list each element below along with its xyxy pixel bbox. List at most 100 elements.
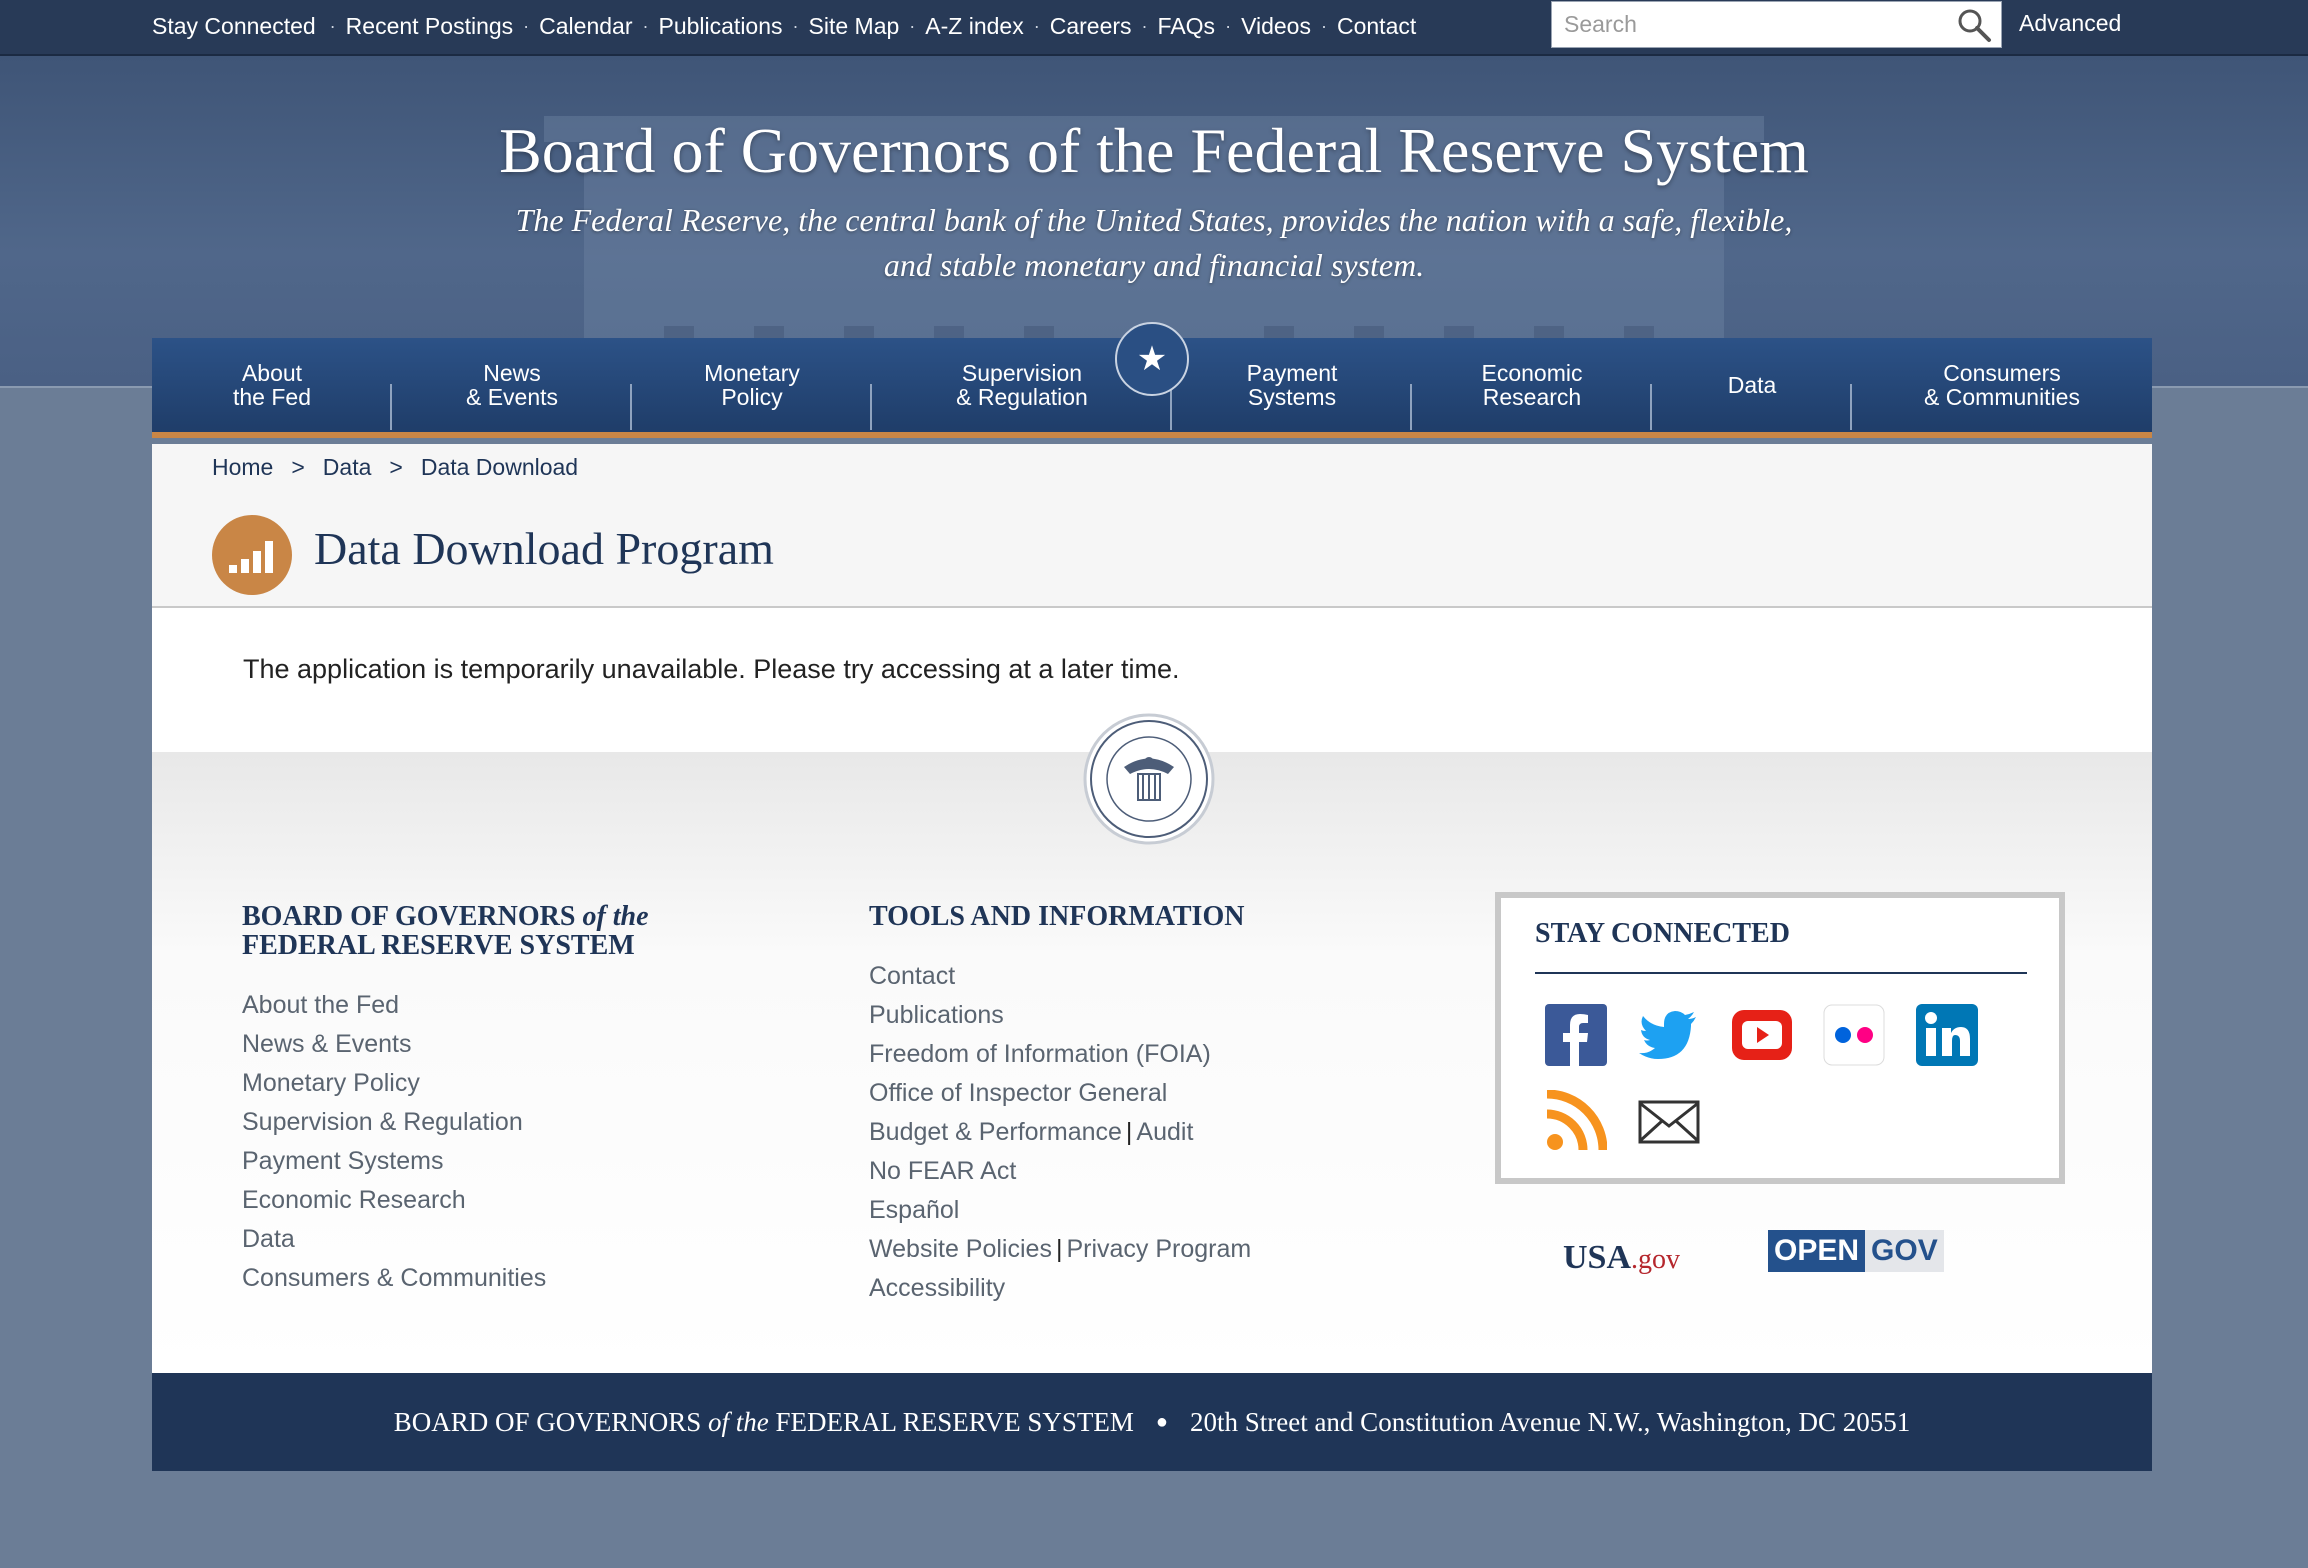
link-publications[interactable]: Publications [659,13,783,40]
footer-link-privacy[interactable]: Privacy Program [1066,1235,1251,1263]
facebook-icon[interactable] [1545,1004,1607,1066]
address-text: 20th Street and Constitution Avenue N.W.… [1189,1406,1911,1437]
site-tagline: The Federal Reserve, the central bank of… [515,202,1793,283]
nav-consumers-communities[interactable]: Consumers & Communities [1852,338,2152,432]
nav-news-events[interactable]: News & Events [392,338,632,432]
bullet-separator: ● [1155,1410,1168,1433]
breadcrumb-current: Data Download [420,454,579,480]
link-site-map[interactable]: Site Map [809,13,900,40]
linkedin-icon[interactable] [1916,1004,1978,1066]
footer-link-publications[interactable]: Publications [869,1001,1004,1029]
footer-link-oig[interactable]: Office of Inspector General [869,1079,1167,1107]
footer-link-data[interactable]: Data [242,1225,295,1253]
footer-link-audit[interactable]: Audit [1136,1118,1193,1146]
twitter-icon[interactable] [1638,1004,1700,1066]
breadcrumb-separator: > [389,454,403,480]
star-icon: ★ [1115,322,1189,396]
nav-label: News & Events [465,360,559,410]
org-name: BOARD OF GOVERNORS of the FEDERAL RESERV… [394,1407,1134,1438]
site-title[interactable]: Board of Governors of the Federal Reserv… [0,114,2308,188]
heading-italic: of the [582,901,649,932]
footer-link-about[interactable]: About the Fed [242,991,399,1019]
separator-dot: · [523,15,530,36]
link-stay-connected[interactable]: Stay Connected [152,13,316,40]
footer-tools-heading: TOOLS AND INFORMATION [869,901,1245,932]
link-a-z-index[interactable]: A-Z index [925,13,1023,40]
search-box [1551,1,2002,48]
nav-label: Consumers & Communities [1924,360,2080,410]
separator-dot: · [642,15,649,36]
footer-link-consumers[interactable]: Consumers & Communities [242,1264,546,1292]
footer-link-foia[interactable]: Freedom of Information (FOIA) [869,1040,1211,1068]
nav-monetary-policy[interactable]: Monetary Policy [632,338,872,432]
nav-label: Monetary Policy [704,360,800,410]
nav-about-the-fed[interactable]: About the Fed [152,338,392,432]
footer-link-payment[interactable]: Payment Systems [242,1147,443,1175]
nav-label: Data [1727,372,1777,398]
link-separator: | [1125,1118,1133,1146]
footer-column-board: BOARD OF GOVERNORS of the FEDERAL RESERV… [242,902,762,1298]
advanced-search-link[interactable]: Advanced [2019,10,2121,37]
footer-link-research[interactable]: Economic Research [242,1186,466,1214]
utility-links: Stay Connected · Recent Postings · Calen… [152,0,1416,52]
breadcrumb-separator: > [291,454,305,480]
breadcrumb-data[interactable]: Data [323,454,372,481]
heading-text: FEDERAL RESERVE SYSTEM [242,930,635,961]
link-careers[interactable]: Careers [1050,13,1132,40]
link-separator: | [1055,1235,1063,1263]
logo-text: GOV [1865,1230,1944,1272]
footer-board-heading: BOARD OF GOVERNORS of the FEDERAL RESERV… [242,902,762,960]
separator-dot: · [1141,15,1148,36]
rss-icon[interactable] [1545,1090,1607,1152]
footer-column-tools: TOOLS AND INFORMATION Contact Publicatio… [869,902,1389,1308]
search-input[interactable] [1552,2,1942,47]
link-faqs[interactable]: FAQs [1158,13,1216,40]
footer-address-bar: BOARD OF GOVERNORS of the FEDERAL RESERV… [152,1373,2152,1471]
stay-connected-box: STAY CONNECTED [1495,892,2065,1184]
link-videos[interactable]: Videos [1241,13,1311,40]
logo-text: USA [1563,1239,1632,1276]
usa-gov-logo[interactable]: USA.gov [1563,1239,1680,1277]
separator-dot: · [909,15,916,36]
link-recent-postings[interactable]: Recent Postings [346,13,513,40]
footer-link-budget[interactable]: Budget & Performance [869,1118,1122,1146]
nav-label: Supervision & Regulation [956,360,1088,410]
footer-tools-links: Contact Publications Freedom of Informat… [869,957,1389,1308]
footer-link-website-policies[interactable]: Website Policies [869,1235,1052,1263]
org-text: FEDERAL RESERVE SYSTEM [775,1406,1134,1437]
open-gov-logo[interactable]: OPEN GOV [1768,1230,1948,1272]
page-title: Data Download Program [314,523,774,574]
footer-link-espanol[interactable]: Español [869,1196,959,1224]
footer-link-contact[interactable]: Contact [869,962,955,990]
data-chart-icon [212,515,292,595]
breadcrumb: Home > Data > Data Download [212,454,578,481]
nav-payment-systems[interactable]: Payment Systems [1172,338,1412,432]
nav-economic-research[interactable]: Economic Research [1412,338,1652,432]
separator-dot: · [1033,15,1040,36]
email-icon[interactable] [1638,1090,1700,1152]
breadcrumb-home[interactable]: Home [212,454,273,481]
unavailable-message: The application is temporarily unavailab… [243,654,1180,684]
nav-label: Payment Systems [1246,360,1338,410]
link-calendar[interactable]: Calendar [539,13,632,40]
footer-link-news[interactable]: News & Events [242,1030,412,1058]
nav-label: About the Fed [233,360,311,410]
separator-dot: · [792,15,799,36]
footer-link-no-fear[interactable]: No FEAR Act [869,1157,1016,1185]
footer-link-supervision[interactable]: Supervision & Regulation [242,1108,523,1136]
separator-dot: · [1320,15,1327,36]
link-contact[interactable]: Contact [1337,13,1416,40]
logo-text: .gov [1631,1244,1681,1275]
flickr-icon[interactable] [1823,1004,1885,1066]
search-icon[interactable] [1955,6,1995,44]
youtube-icon[interactable] [1731,1004,1793,1066]
footer-board-links: About the Fed News & Events Monetary Pol… [242,986,762,1298]
nav-label: Economic Research [1481,360,1583,410]
footer-link-accessibility[interactable]: Accessibility [869,1274,1005,1302]
page-header: Home > Data > Data Download Data Downloa… [152,444,2152,608]
nav-data[interactable]: Data [1652,338,1852,432]
org-italic: of the [708,1406,769,1437]
separator-dot: · [1225,15,1232,36]
heading-text: BOARD OF GOVERNORS [242,901,576,932]
footer-link-monetary[interactable]: Monetary Policy [242,1069,420,1097]
